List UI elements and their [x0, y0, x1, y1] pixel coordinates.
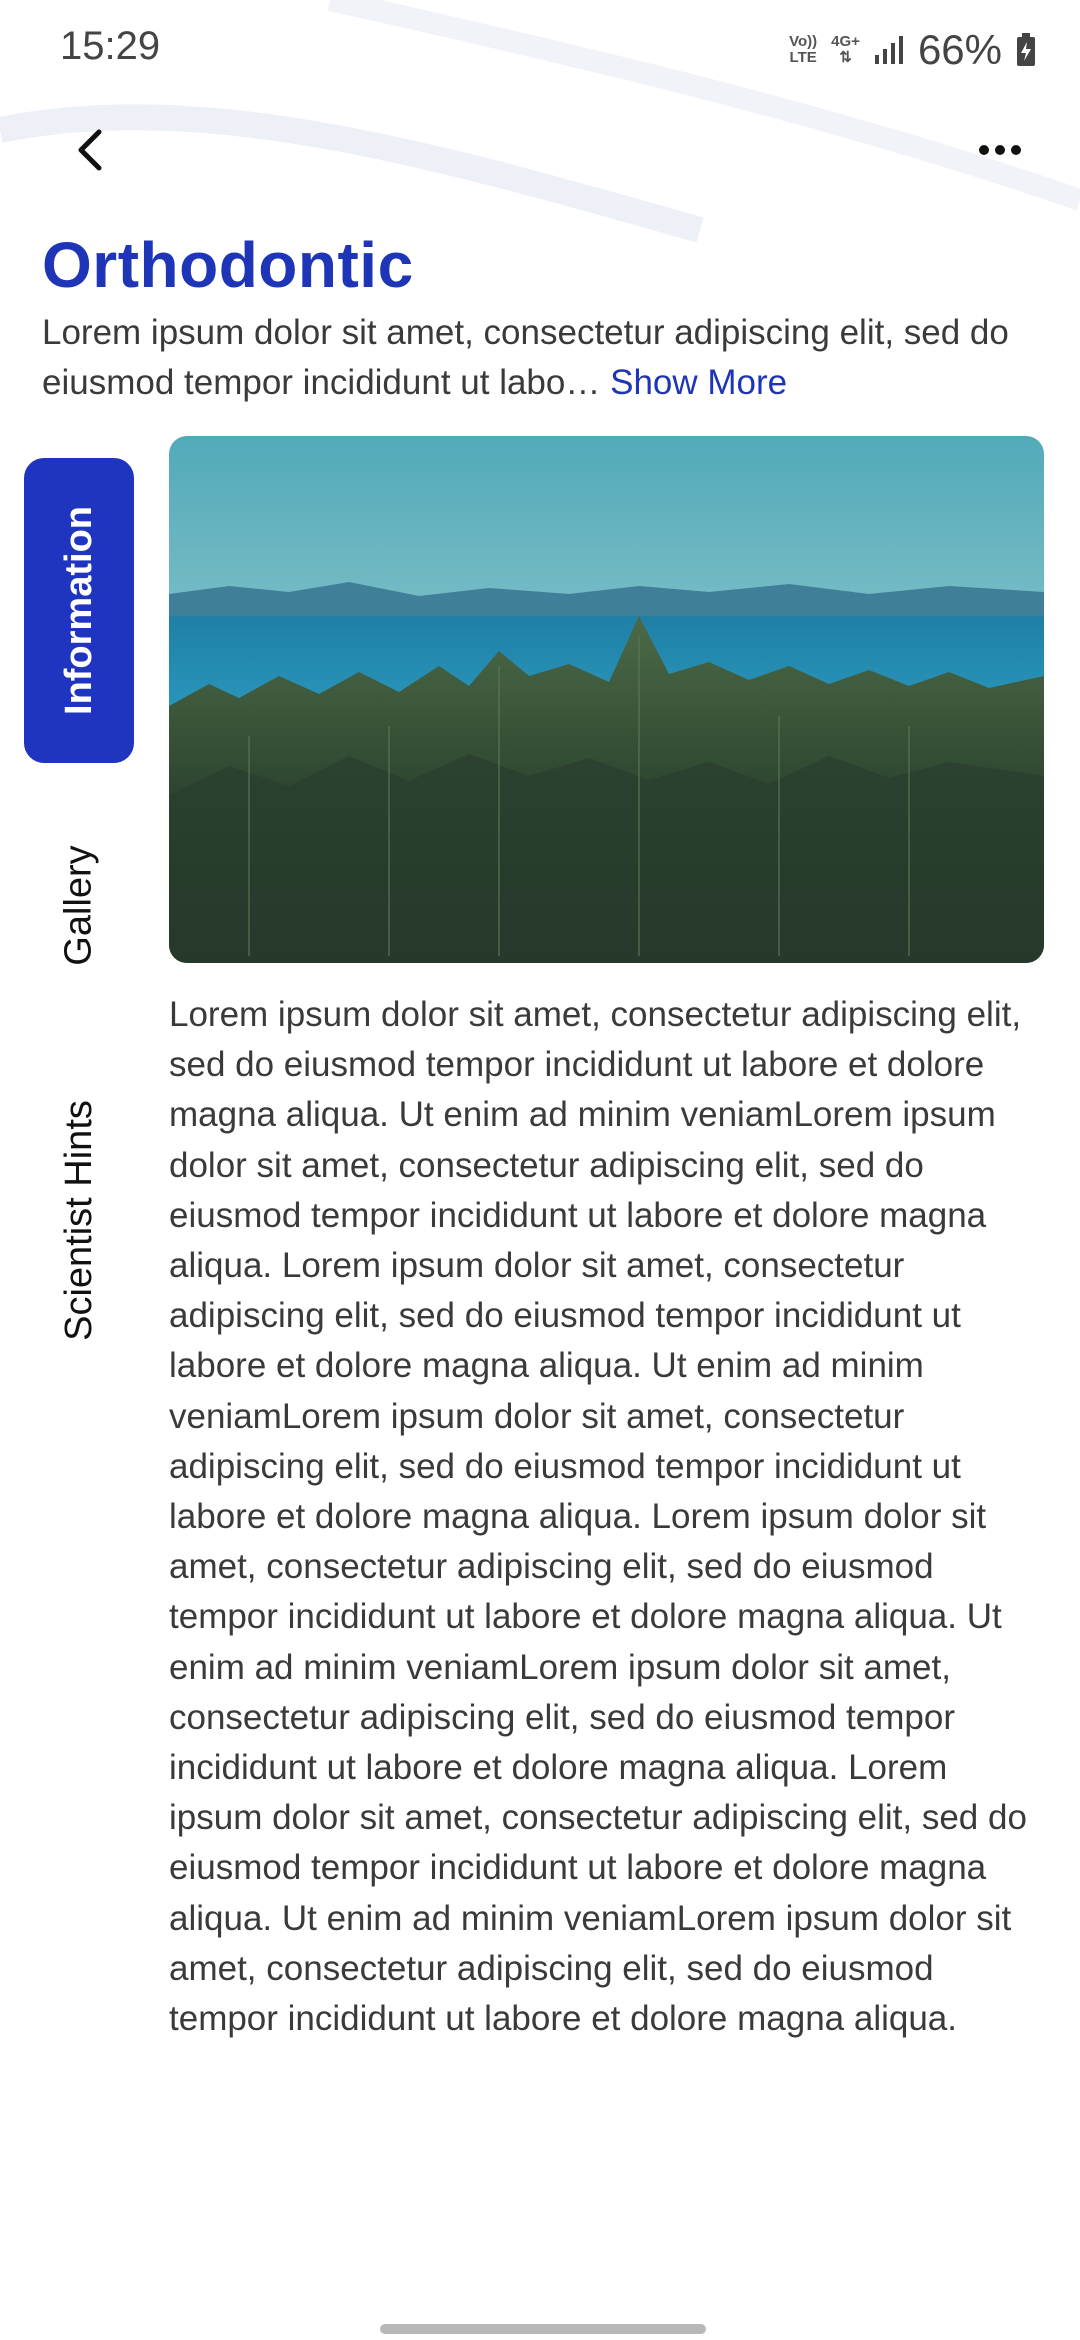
volte-indicator: Vo)) LTE	[789, 33, 818, 66]
tab-scientist-hints[interactable]: Scientist Hints	[24, 1060, 134, 1380]
more-horizontal-icon	[979, 145, 1021, 155]
page-title: Orthodontic	[42, 229, 414, 301]
summary-text: Lorem ipsum dolor sit amet, consectetur …	[42, 313, 1009, 402]
content-image	[169, 436, 1044, 963]
status-time: 15:29	[60, 24, 161, 68]
more-options-button[interactable]	[960, 120, 1040, 180]
chevron-left-icon	[78, 129, 102, 171]
tab-gallery-label: Gallery	[57, 844, 100, 966]
content-body-text: Lorem ipsum dolor sit amet, consectetur …	[169, 995, 1027, 2039]
signal-icon	[874, 36, 903, 64]
back-button[interactable]	[60, 120, 120, 180]
tab-gallery[interactable]: Gallery	[24, 800, 134, 1010]
page-summary: Lorem ipsum dolor sit amet, consectetur …	[42, 308, 1052, 408]
tab-information[interactable]: Information	[24, 458, 134, 763]
battery-charging-icon	[1017, 33, 1035, 66]
tab-scientist-hints-label: Scientist Hints	[57, 1099, 100, 1341]
battery-percentage: 66%	[917, 26, 1002, 73]
home-indicator[interactable]	[380, 2324, 706, 2334]
status-icons: Vo)) LTE 4G+ ⇅ 66%	[789, 22, 1036, 78]
network-type-indicator: 4G+ ⇅	[831, 33, 860, 66]
tab-information-label: Information	[57, 506, 100, 715]
status-bar: 15:29 Vo)) LTE 4G+ ⇅ 66%	[0, 0, 1080, 100]
data-arrows-icon: ⇅	[839, 49, 852, 66]
show-more-link[interactable]: Show More	[610, 363, 787, 402]
